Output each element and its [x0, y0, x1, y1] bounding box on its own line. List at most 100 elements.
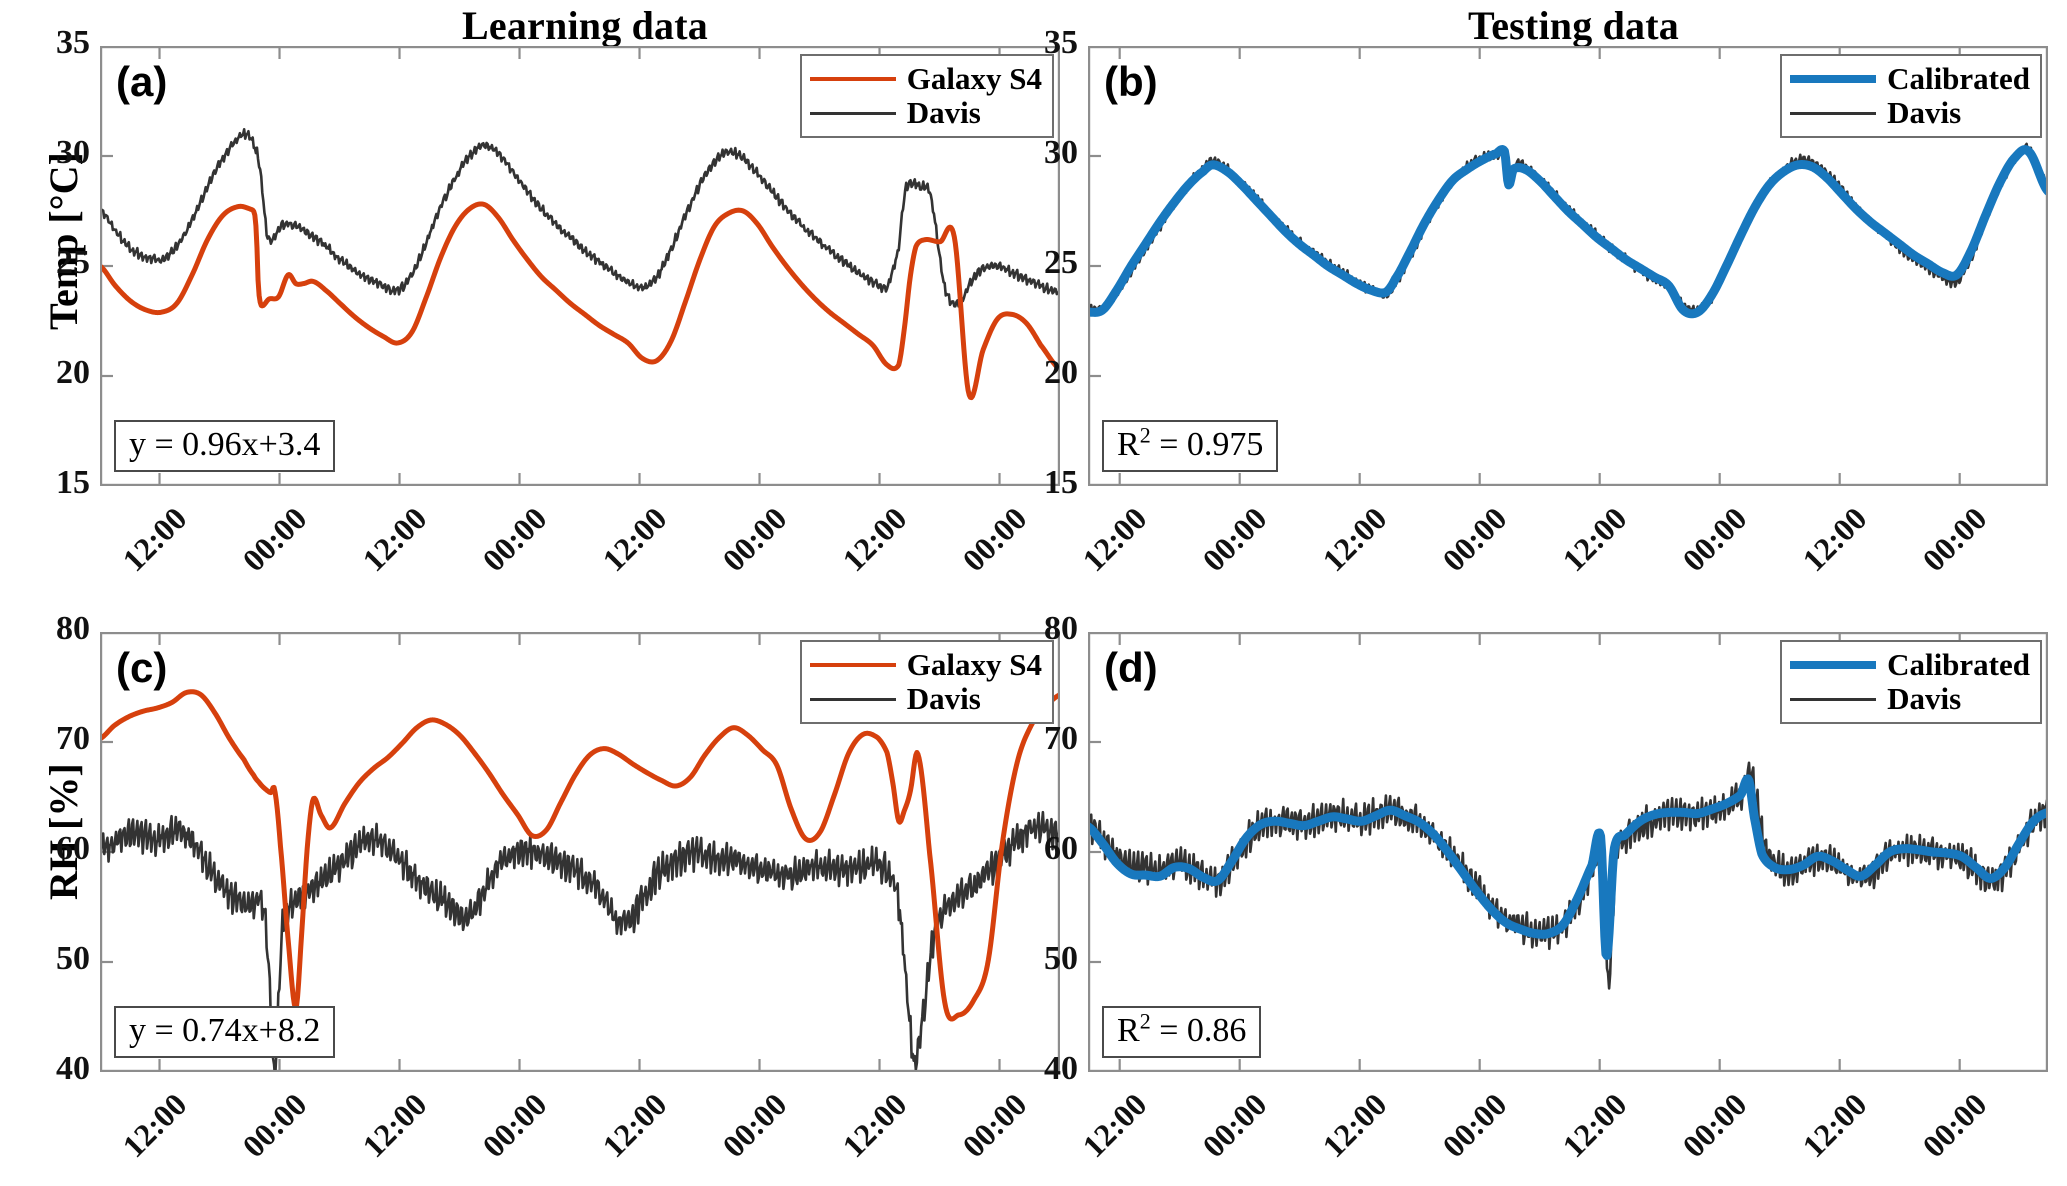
- x-tick-label: 12:00: [1554, 1086, 1634, 1165]
- panel-tag-b: (b): [1104, 58, 1158, 105]
- legend-label: Davis: [1887, 95, 1962, 130]
- column-title-learning: Learning data: [462, 3, 708, 48]
- legend-line-icon: [809, 77, 896, 81]
- panel-tag-a: (a): [116, 58, 168, 105]
- x-tick-label: 00:00: [1434, 500, 1514, 579]
- legend-a[interactable]: Galaxy S4 Davis: [799, 54, 1054, 138]
- x-tick-label: 12:00: [114, 1086, 193, 1165]
- legend-line-icon: [1790, 75, 1877, 83]
- x-tick-label: 00:00: [474, 500, 553, 579]
- y-axis-label-temp: Temp [°C]: [41, 152, 86, 330]
- panel-c: 40 50 60 70 80 12:00 00:00 12:00 00:00 12:00 00:00…: [56, 610, 1060, 1164]
- legend-item[interactable]: Davis: [1790, 95, 2030, 130]
- x-tick-label: 00:00: [1434, 1086, 1514, 1165]
- y-tick-label: 35: [1044, 24, 1078, 61]
- y-tick-label: 15: [1044, 464, 1078, 501]
- x-tick-label: 00:00: [1194, 500, 1274, 579]
- x-tick-label: 12:00: [354, 1086, 433, 1165]
- y-tick-label: 70: [56, 720, 90, 757]
- x-tick-label: 12:00: [1794, 1086, 1874, 1165]
- x-tick-label: 00:00: [714, 500, 793, 579]
- legend-label: Davis: [1887, 681, 1962, 716]
- legend-item[interactable]: Calibrated: [1790, 647, 2030, 682]
- x-tick-label: 00:00: [1914, 1086, 1994, 1165]
- legend-c[interactable]: Galaxy S4 Davis: [799, 640, 1054, 724]
- annotation-base: R: [1117, 1012, 1140, 1050]
- y-tick-label: 60: [56, 830, 90, 867]
- x-tick-label: 12:00: [1794, 500, 1874, 579]
- annotation-text: y = 0.96x+3.4: [129, 426, 321, 464]
- panel-b: 15 20 25 30 35 12:00 00:00 12:00 00:00 12:00 00:00…: [1044, 24, 2048, 578]
- legend-line-icon: [1790, 111, 1877, 115]
- legend-line-icon: [809, 697, 896, 701]
- x-tick-label: 12:00: [114, 500, 193, 579]
- annotation-box-d: R2 = 0.86: [1102, 1006, 1262, 1058]
- annotation-box-a: y = 0.96x+3.4: [114, 420, 336, 472]
- legend-label: Calibrated: [1887, 61, 2030, 96]
- y-tick-label: 80: [1044, 610, 1078, 647]
- panel-d: 40 50 60 70 80 12:00 00:00 12:00 00:00 12:00 00:00…: [1044, 610, 2048, 1164]
- y-tick-label: 20: [1044, 354, 1078, 391]
- legend-line-icon: [809, 663, 896, 667]
- legend-b[interactable]: Calibrated Davis: [1780, 54, 2042, 138]
- x-tick-label: 00:00: [954, 1086, 1033, 1165]
- y-tick-label: 30: [1044, 134, 1078, 171]
- legend-item[interactable]: Davis: [809, 95, 1042, 130]
- y-tick-label: 50: [56, 940, 90, 977]
- legend-label: Galaxy S4: [906, 61, 1042, 96]
- y-tick-label: 25: [56, 244, 90, 281]
- legend-item[interactable]: Calibrated: [1790, 61, 2030, 96]
- legend-line-icon: [809, 111, 896, 115]
- legend-item[interactable]: Galaxy S4: [809, 61, 1042, 96]
- panel-a: 15 20 25 30 35 12:00 00:00 12:00 00:00 12:00 00:00…: [56, 24, 1060, 578]
- x-tick-label: 12:00: [1074, 500, 1154, 579]
- y-tick-label: 30: [56, 134, 90, 171]
- annotation-box-c: y = 0.74x+8.2: [114, 1006, 336, 1058]
- panel-tag-c: (c): [116, 644, 168, 691]
- x-tick-label: 12:00: [1314, 500, 1394, 579]
- legend-item[interactable]: Davis: [809, 681, 1042, 716]
- x-tick-label: 12:00: [1314, 1086, 1394, 1165]
- y-tick-label: 20: [56, 354, 90, 391]
- legend-label: Davis: [906, 681, 981, 716]
- legend-label: Calibrated: [1887, 647, 2030, 682]
- x-tick-label: 00:00: [1914, 500, 1994, 579]
- legend-d[interactable]: Calibrated Davis: [1780, 640, 2042, 724]
- column-title-testing: Testing data: [1468, 3, 1679, 48]
- y-tick-label: 15: [56, 464, 90, 501]
- legend-item[interactable]: Galaxy S4: [809, 647, 1042, 682]
- figure-root: Learning data Testing data Temp [°C] RH …: [0, 0, 2067, 1173]
- x-tick-label: 00:00: [954, 500, 1033, 579]
- panel-tag-d: (d): [1104, 644, 1158, 691]
- x-tick-label: 12:00: [834, 1086, 913, 1165]
- y-tick-label: 80: [56, 610, 90, 647]
- y-tick-label: 40: [56, 1050, 90, 1087]
- x-tick-label: 00:00: [234, 500, 313, 579]
- legend-line-icon: [1790, 661, 1877, 669]
- x-tick-label: 00:00: [234, 1086, 313, 1165]
- x-tick-label: 12:00: [354, 500, 433, 579]
- x-tick-label: 12:00: [834, 500, 913, 579]
- y-tick-label: 50: [1044, 940, 1078, 977]
- x-tick-label: 12:00: [594, 500, 673, 579]
- legend-label: Davis: [906, 95, 981, 130]
- x-tick-label: 12:00: [1074, 1086, 1154, 1165]
- annotation-box-b: R2 = 0.975: [1102, 420, 1279, 472]
- annotation-rest: = 0.975: [1150, 426, 1264, 464]
- y-tick-label: 60: [1044, 830, 1078, 867]
- annotation-text: y = 0.74x+8.2: [129, 1012, 321, 1050]
- annotation-base: R: [1117, 426, 1140, 464]
- x-tick-label: 00:00: [1194, 1086, 1274, 1165]
- x-tick-label: 00:00: [474, 1086, 553, 1165]
- x-tick-label: 12:00: [1554, 500, 1634, 579]
- legend-label: Galaxy S4: [906, 647, 1042, 682]
- y-tick-label: 35: [56, 24, 90, 61]
- legend-item[interactable]: Davis: [1790, 681, 2030, 716]
- y-tick-label: 40: [1044, 1050, 1078, 1087]
- x-tick-label: 00:00: [1674, 500, 1754, 579]
- annotation-exponent: 2: [1139, 422, 1151, 448]
- y-tick-label: 70: [1044, 720, 1078, 757]
- x-tick-label: 00:00: [714, 1086, 793, 1165]
- annotation-rest: = 0.86: [1150, 1012, 1247, 1050]
- x-tick-label: 00:00: [1674, 1086, 1754, 1165]
